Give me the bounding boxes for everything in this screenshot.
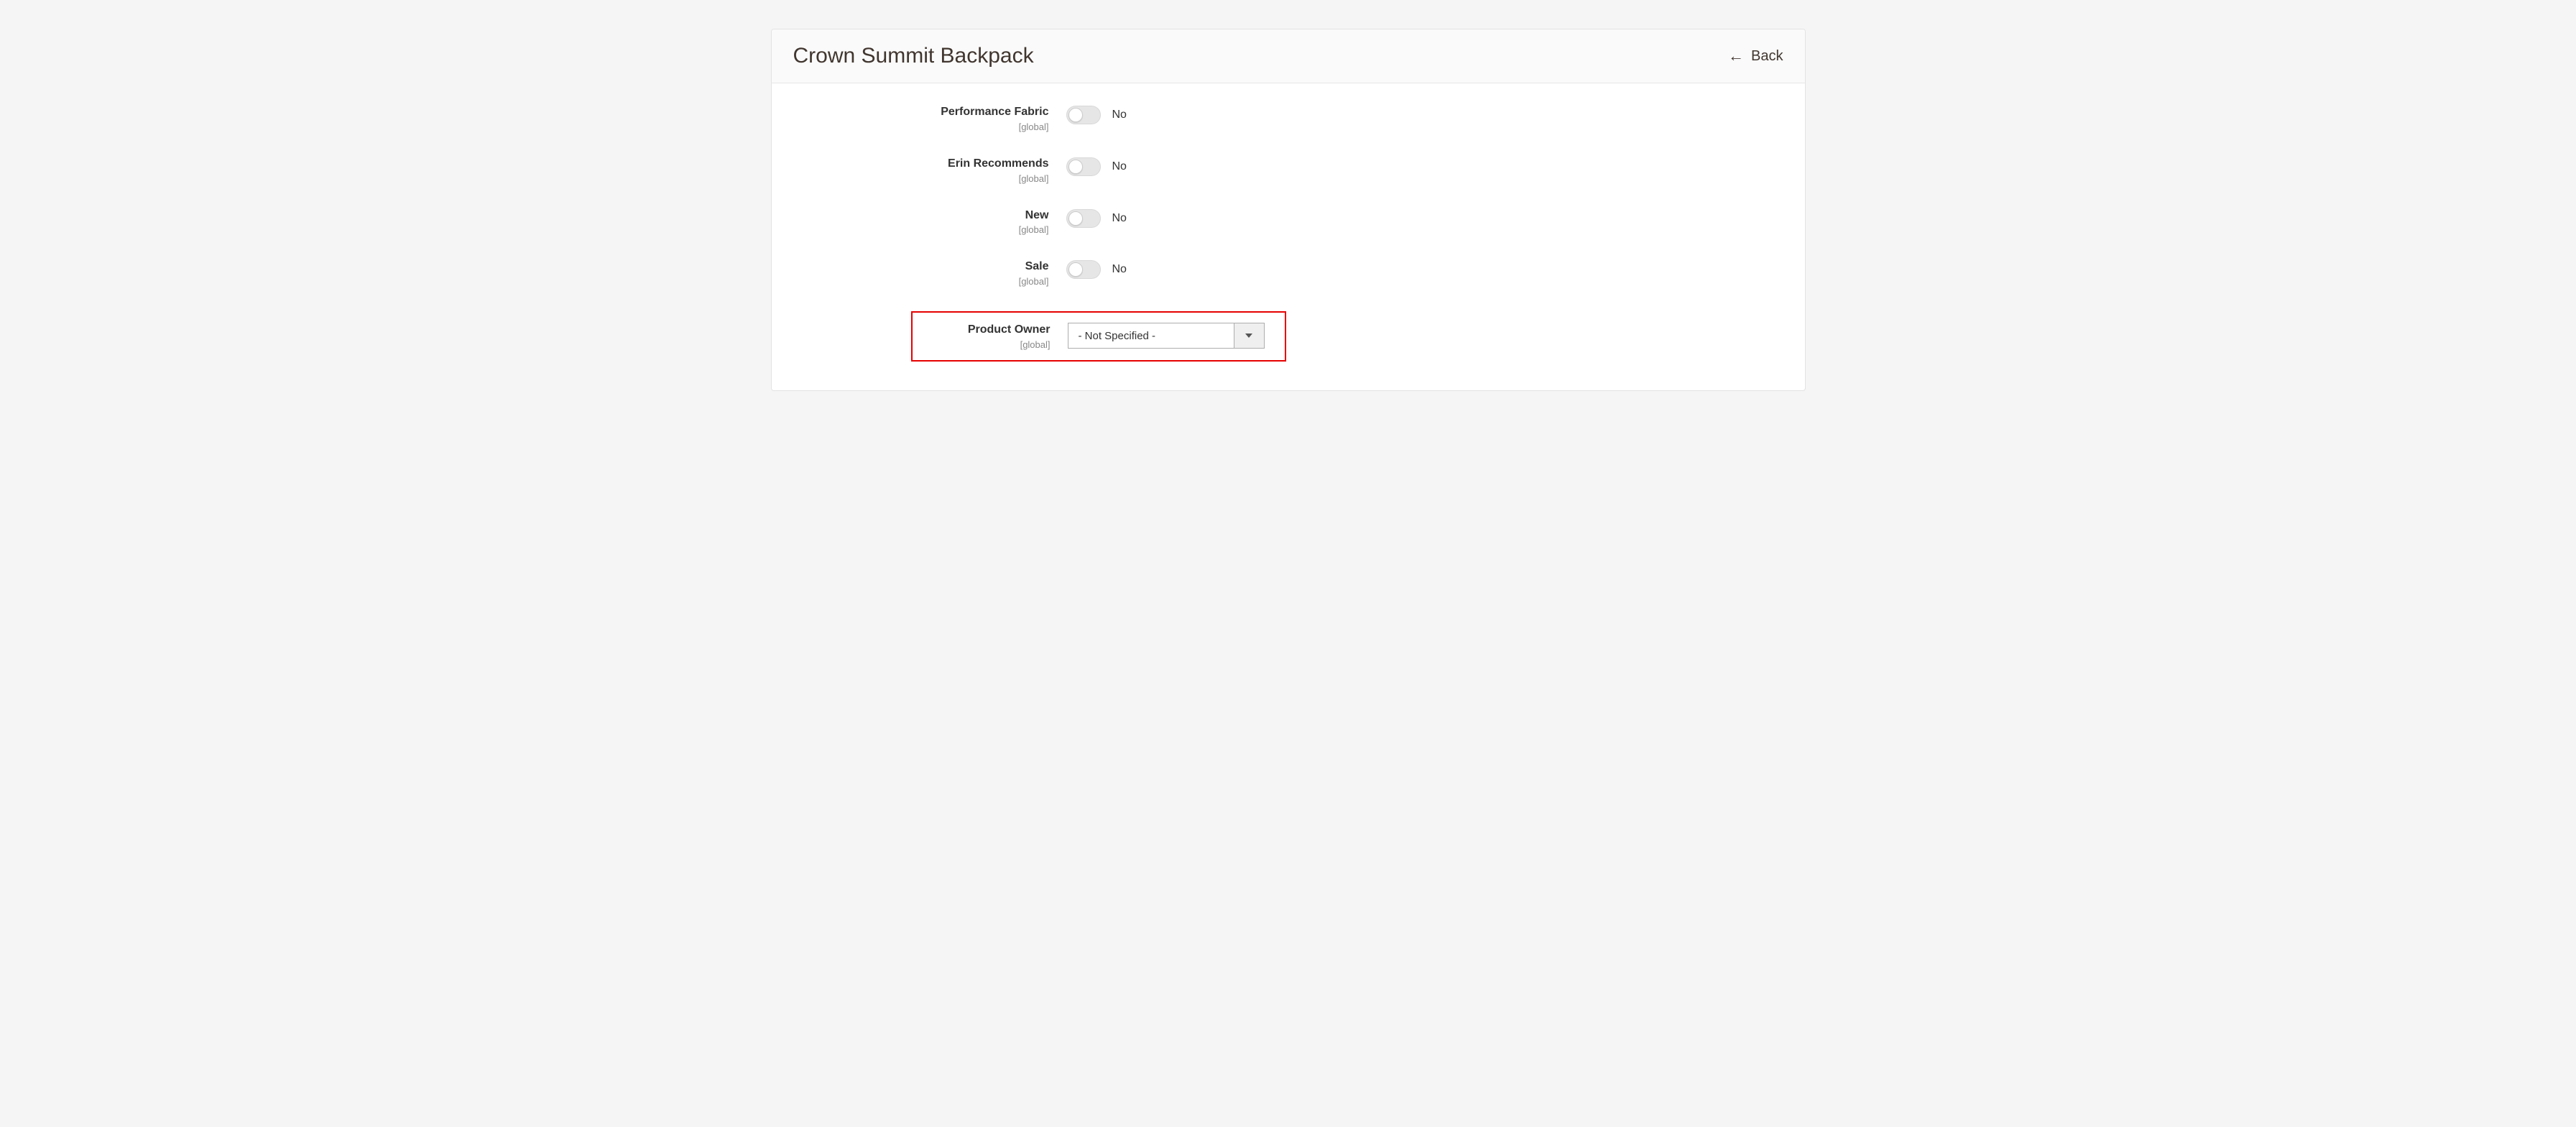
toggle-state-label: No — [1112, 160, 1127, 173]
row-performance-fabric: Performance Fabric [global] No — [793, 105, 1783, 132]
field-label: Performance Fabric — [793, 105, 1049, 120]
label-col: Erin Recommends [global] — [793, 157, 1049, 184]
toggle-state-label: No — [1112, 263, 1127, 276]
label-col: Product Owner [global] — [913, 323, 1051, 350]
toggle-sale[interactable] — [1066, 260, 1101, 279]
toggle-knob — [1068, 108, 1083, 122]
field-label: Product Owner — [913, 323, 1051, 338]
highlight-product-owner: Product Owner [global] - Not Specified - — [911, 311, 1286, 362]
back-button[interactable]: ← Back — [1728, 48, 1783, 65]
label-col: Performance Fabric [global] — [793, 105, 1049, 132]
form-body: Performance Fabric [global] No Erin Reco… — [772, 83, 1805, 390]
toggle-new[interactable] — [1066, 209, 1101, 228]
control-col: No — [1066, 208, 1127, 229]
toggle-state-label: No — [1112, 212, 1127, 225]
back-label: Back — [1751, 48, 1783, 65]
select-dropdown-button[interactable] — [1234, 323, 1264, 348]
select-value: - Not Specified - — [1068, 323, 1234, 348]
control-col: No — [1066, 105, 1127, 125]
field-label: New — [793, 208, 1049, 224]
row-new: New [global] No — [793, 208, 1783, 236]
field-scope: [global] — [793, 276, 1049, 287]
field-scope: [global] — [793, 121, 1049, 132]
row-product-owner: Product Owner [global] - Not Specified - — [913, 323, 1285, 350]
field-scope: [global] — [913, 339, 1051, 350]
label-col: Sale [global] — [793, 259, 1049, 287]
field-label: Sale — [793, 259, 1049, 275]
control-col: No — [1066, 157, 1127, 177]
toggle-knob — [1068, 262, 1083, 277]
product-owner-select[interactable]: - Not Specified - — [1068, 323, 1265, 349]
toggle-erin-recommends[interactable] — [1066, 157, 1101, 176]
field-scope: [global] — [793, 224, 1049, 235]
control-col: No — [1066, 259, 1127, 280]
row-erin-recommends: Erin Recommends [global] No — [793, 157, 1783, 184]
field-label: Erin Recommends — [793, 157, 1049, 172]
chevron-down-icon — [1245, 334, 1252, 338]
toggle-state-label: No — [1112, 109, 1127, 121]
product-edit-card: Crown Summit Backpack ← Back Performance… — [771, 29, 1806, 391]
control-col: - Not Specified - — [1068, 323, 1265, 349]
toggle-knob — [1068, 211, 1083, 226]
label-col: New [global] — [793, 208, 1049, 236]
toggle-performance-fabric[interactable] — [1066, 106, 1101, 124]
arrow-left-icon: ← — [1728, 48, 1744, 64]
card-header: Crown Summit Backpack ← Back — [772, 29, 1805, 83]
row-sale: Sale [global] No — [793, 259, 1783, 287]
field-scope: [global] — [793, 173, 1049, 184]
page-title: Crown Summit Backpack — [793, 44, 1034, 68]
toggle-knob — [1068, 160, 1083, 174]
